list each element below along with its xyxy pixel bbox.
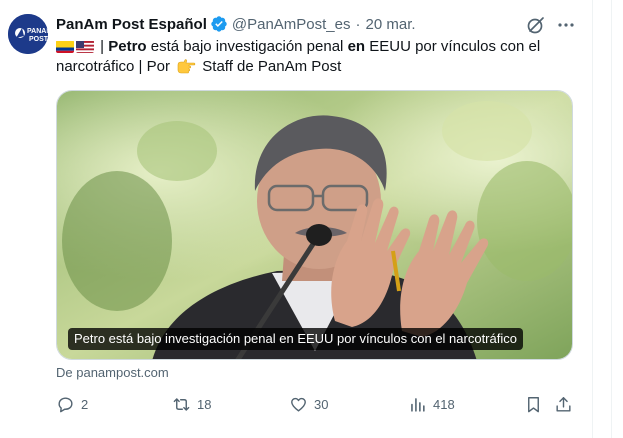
retweet-count: 18 bbox=[197, 396, 212, 412]
share-icon bbox=[556, 396, 571, 412]
pointing-right-hand-icon bbox=[176, 58, 196, 74]
share-button[interactable] bbox=[554, 393, 573, 415]
retweet-button[interactable]: 18 bbox=[172, 393, 211, 415]
colombia-flag-icon bbox=[56, 40, 74, 53]
like-count: 30 bbox=[314, 396, 329, 412]
tweet-text: | Petro está bajo investigación penal en… bbox=[56, 37, 576, 77]
like-button[interactable]: 30 bbox=[289, 393, 328, 415]
photo-petro-image bbox=[57, 91, 572, 359]
reply-button[interactable]: 2 bbox=[56, 393, 88, 415]
views-count: 418 bbox=[433, 396, 455, 412]
heart-icon bbox=[291, 397, 306, 412]
handle[interactable]: @PanAmPost_es bbox=[232, 16, 351, 33]
usa-flag-icon bbox=[76, 40, 94, 53]
separator-dot: · bbox=[355, 15, 361, 33]
panam-post-logo: PANAM POST bbox=[8, 14, 48, 54]
right-column-edge bbox=[593, 0, 623, 438]
reply-count: 2 bbox=[81, 396, 89, 412]
source-link[interactable]: De panampost.com bbox=[56, 365, 169, 380]
media-caption: Petro está bajo investigación penal en E… bbox=[68, 328, 523, 350]
svg-text:POST: POST bbox=[29, 36, 48, 43]
display-name[interactable]: PanAm Post Español bbox=[56, 16, 207, 33]
text-pipe: | bbox=[96, 38, 109, 55]
reply-icon bbox=[58, 396, 73, 412]
svg-text:PANAM: PANAM bbox=[27, 28, 48, 35]
grok-icon[interactable] bbox=[526, 15, 546, 35]
timestamp[interactable]: 20 mar. bbox=[366, 16, 416, 33]
more-options-icon[interactable] bbox=[556, 15, 576, 35]
link-card-image[interactable] bbox=[56, 90, 573, 360]
retweet-icon bbox=[173, 397, 190, 411]
text-part-1: está bajo investigación penal bbox=[146, 38, 348, 55]
action-bar: 2 18 30 418 bbox=[56, 393, 576, 415]
avatar[interactable]: PANAM POST bbox=[8, 14, 48, 54]
text-bold-en: en bbox=[347, 38, 366, 55]
bookmark-button[interactable] bbox=[524, 393, 543, 415]
tweet-header: PanAm Post Español @PanAmPost_es · 20 ma… bbox=[56, 14, 416, 34]
text-bold-petro: Petro bbox=[108, 38, 147, 55]
text-tail: Staff de PanAm Post bbox=[198, 58, 342, 75]
verified-badge-icon[interactable] bbox=[210, 15, 228, 33]
views-button[interactable]: 418 bbox=[408, 393, 455, 415]
bookmark-icon bbox=[528, 396, 539, 412]
views-chart-icon bbox=[411, 397, 425, 412]
